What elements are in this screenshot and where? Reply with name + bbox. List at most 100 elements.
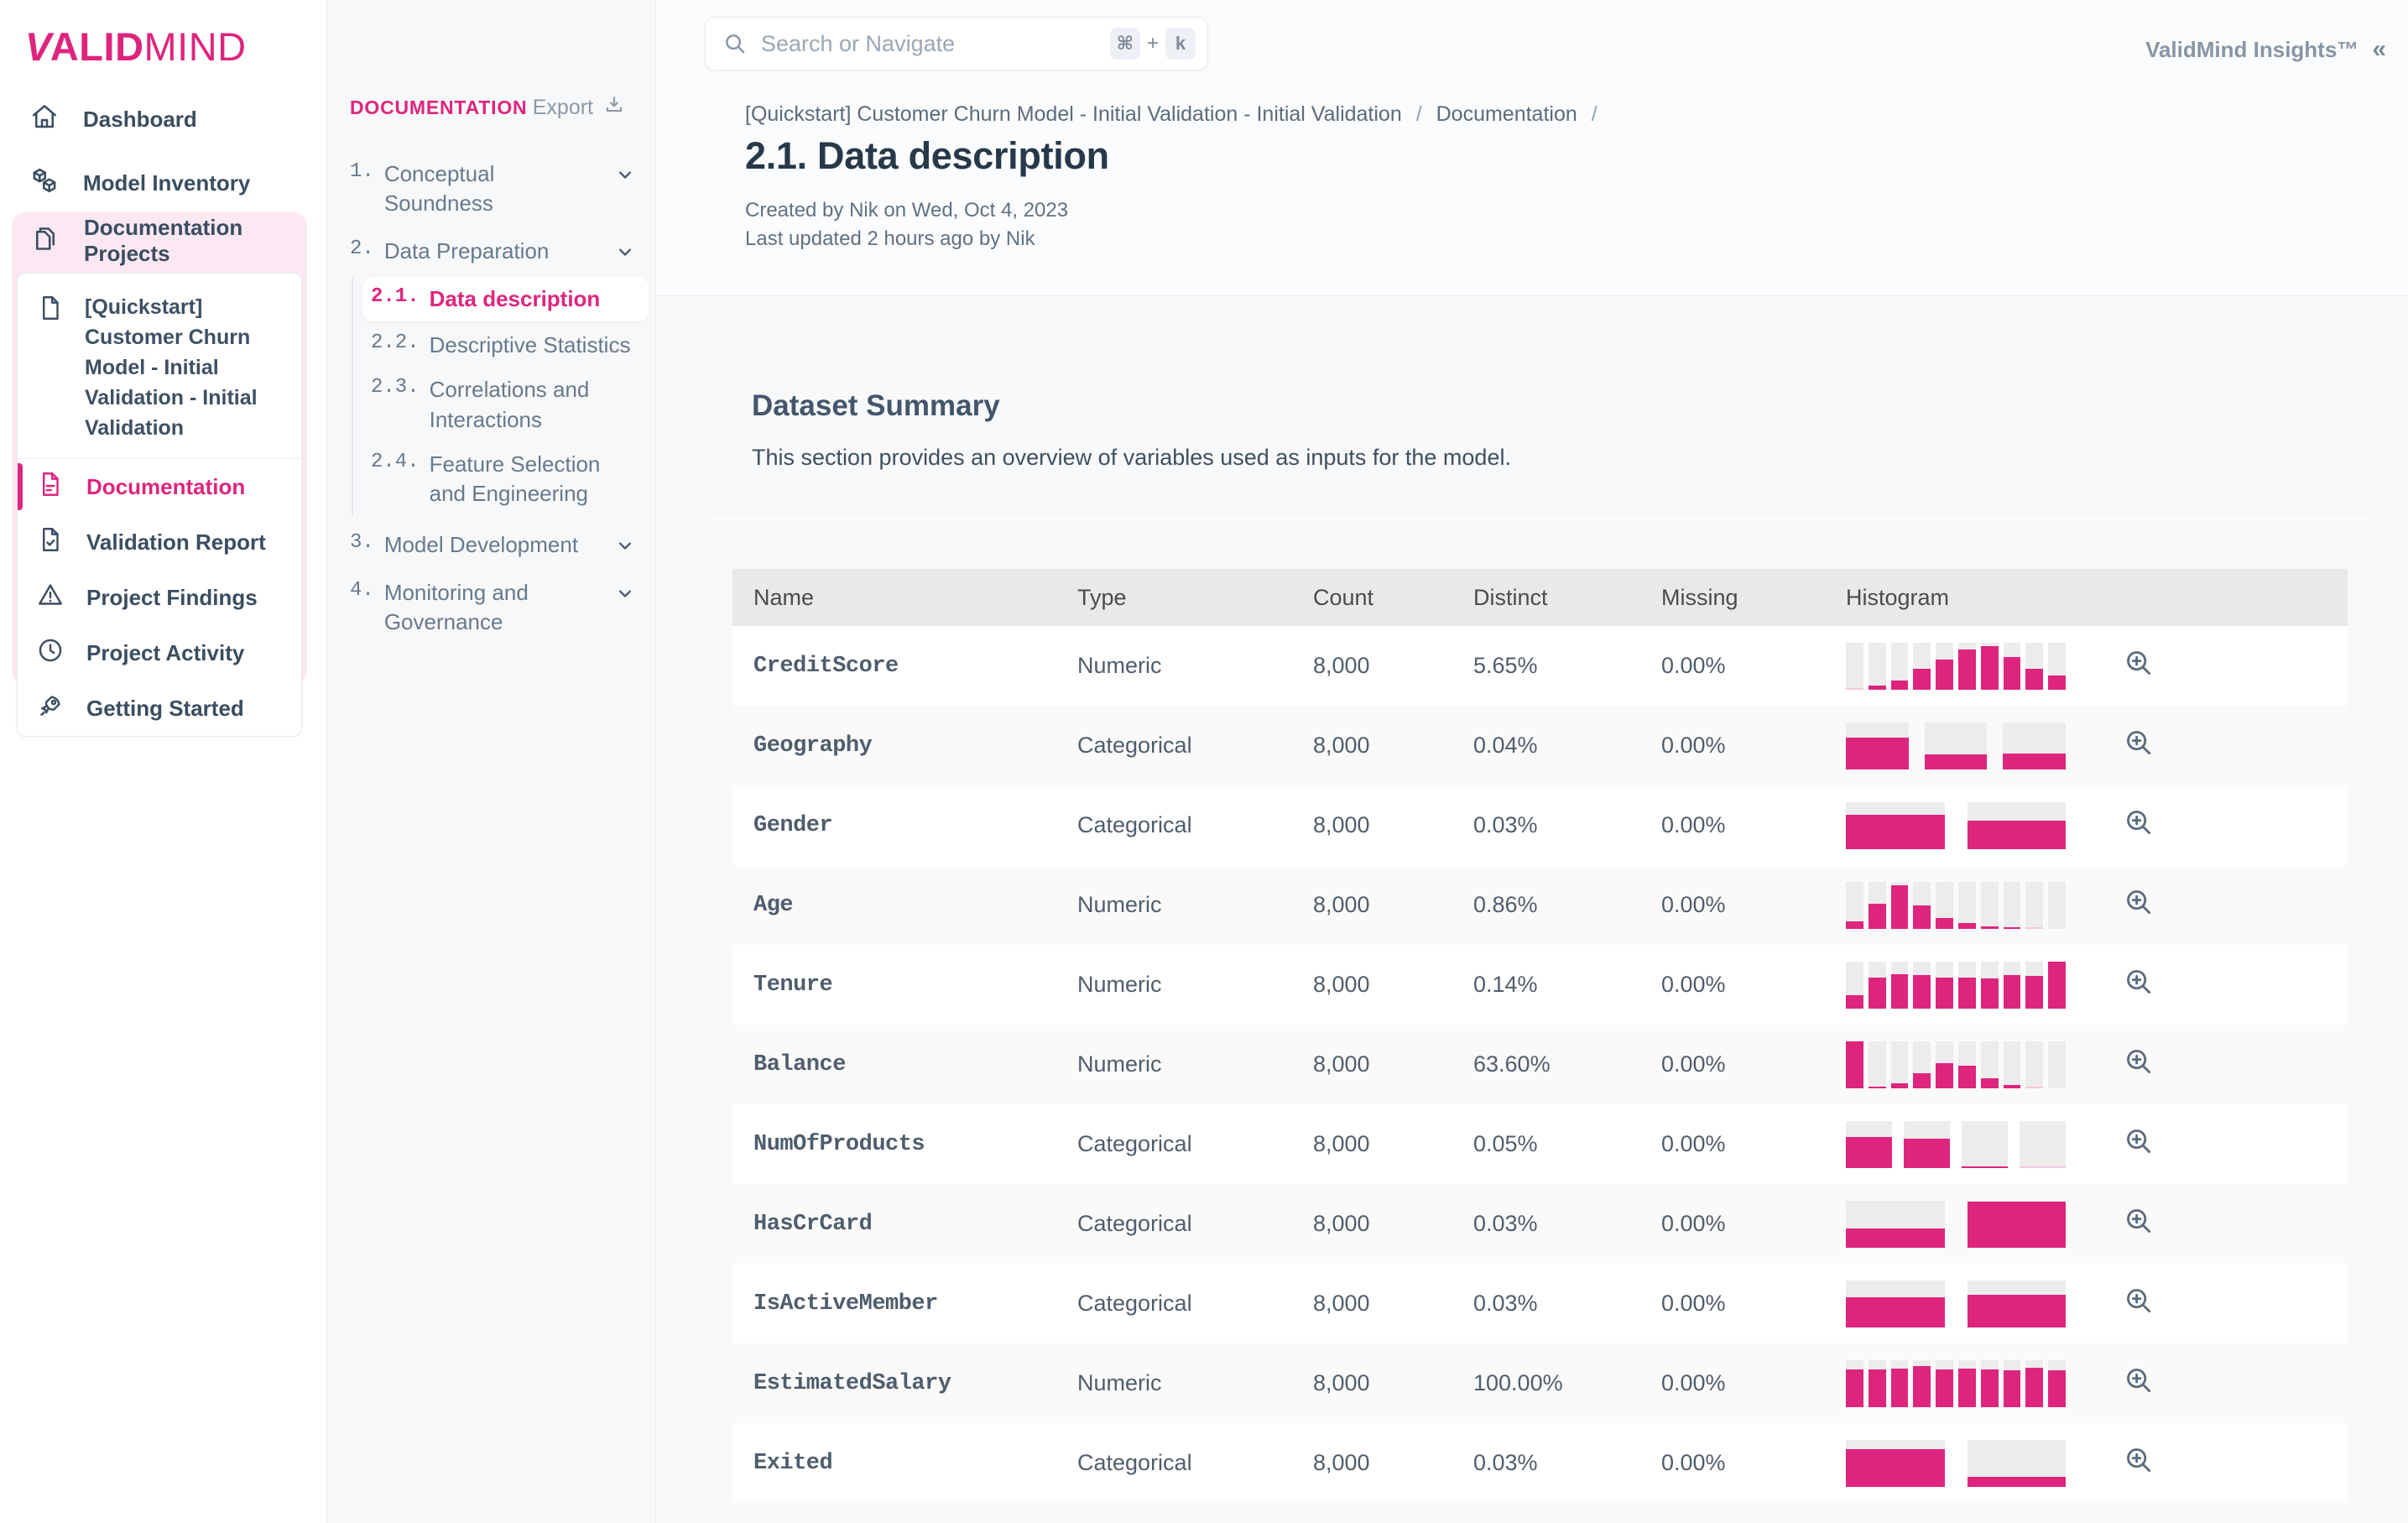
zoom-in-icon[interactable] <box>2123 659 2155 684</box>
project-nav-project-findings[interactable]: Project Findings <box>18 570 301 625</box>
section-description: This section provides an overview of var… <box>752 445 1511 471</box>
column-header-type: Type <box>1056 585 1292 611</box>
search-box[interactable]: ⌘ + k <box>705 17 1208 70</box>
tree-item-descriptive-statistics[interactable]: 2.2. Descriptive Statistics <box>353 323 655 368</box>
histogram <box>1846 722 2066 769</box>
page-title: 2.1. Data description <box>745 134 1109 178</box>
file-lines-icon <box>36 470 65 504</box>
table-row-geography: Geography Categorical 8,000 0.04% 0.00% <box>732 706 2348 785</box>
logo-valid: ALID <box>50 24 144 69</box>
tree-item-model-development[interactable]: 3. Model Development <box>327 521 655 569</box>
cell-name: Tenure <box>732 973 1056 998</box>
cell-count: 8,000 <box>1292 972 1452 998</box>
cell-missing: 0.00% <box>1640 812 1825 838</box>
zoom-in-icon[interactable] <box>2123 898 2155 923</box>
cell-distinct: 0.03% <box>1452 1450 1640 1476</box>
chevron-down-icon[interactable] <box>613 534 637 557</box>
cell-distinct: 0.04% <box>1452 733 1640 759</box>
export-button[interactable]: Export <box>533 94 625 122</box>
histogram <box>1846 1280 2066 1327</box>
collapse-panel-icon[interactable]: « <box>2372 35 2386 64</box>
logo-v: V <box>25 24 52 69</box>
shortcut-k-key: k <box>1165 28 1196 60</box>
histogram <box>1846 1121 2066 1168</box>
project-nav-project-activity[interactable]: Project Activity <box>18 625 301 681</box>
tree-item-correlations-and-interactions[interactable]: 2.3. Correlations and Interactions <box>353 368 655 441</box>
histogram <box>1846 1041 2066 1088</box>
chevron-down-icon[interactable] <box>613 240 637 263</box>
search-input[interactable] <box>761 31 1110 57</box>
cell-type: Numeric <box>1056 653 1292 679</box>
cell-name: NumOfProducts <box>732 1132 1056 1157</box>
zoom-in-icon[interactable] <box>2123 1376 2155 1401</box>
table-row-age: Age Numeric 8,000 0.86% 0.00% <box>732 865 2348 945</box>
documentation-panel-label: DOCUMENTATION <box>350 96 527 119</box>
sidebar-item-documentation-projects[interactable]: Documentation Projects <box>12 212 307 269</box>
documentation-projects-group: Documentation Projects [Quickstart] Cust… <box>12 212 307 684</box>
cell-type: Categorical <box>1056 812 1292 838</box>
zoom-in-icon[interactable] <box>2123 1137 2155 1162</box>
table-row-exited: Exited Categorical 8,000 0.03% 0.00% <box>732 1423 2348 1503</box>
cell-count: 8,000 <box>1292 892 1452 918</box>
insights-toggle: ValidMind Insights™ « <box>2145 35 2386 64</box>
tree-item-feature-selection-and-engineering[interactable]: 2.4. Feature Selection and Engineering <box>353 442 655 516</box>
breadcrumb-documentation-link[interactable]: Documentation <box>1436 102 1577 126</box>
zoom-in-icon[interactable] <box>2123 818 2155 843</box>
cell-type: Numeric <box>1056 972 1292 998</box>
cell-distinct: 5.65% <box>1452 653 1640 679</box>
chevron-down-icon[interactable] <box>613 163 637 186</box>
tree-item-data-preparation[interactable]: 2. Data Preparation <box>327 227 655 275</box>
table-header-row: NameTypeCountDistinctMissingHistogram <box>732 569 2348 626</box>
cell-name: Exited <box>732 1451 1056 1476</box>
search-icon <box>722 31 748 56</box>
content-area: Dataset Summary This section provides an… <box>656 297 2408 1523</box>
column-header-count: Count <box>1292 585 1452 611</box>
column-header-missing: Missing <box>1640 585 1825 611</box>
cell-distinct: 100.00% <box>1452 1370 1640 1396</box>
pages-icon <box>30 222 60 258</box>
zoom-in-icon[interactable] <box>2123 1217 2155 1242</box>
cell-type: Numeric <box>1056 1051 1292 1077</box>
project-nav-documentation[interactable]: Documentation <box>18 459 301 514</box>
section-heading: Dataset Summary <box>752 389 1000 423</box>
sidebar-item-model-inventory[interactable]: Model Inventory <box>13 159 306 206</box>
project-nav-getting-started[interactable]: Getting Started <box>18 681 301 736</box>
cell-missing: 0.00% <box>1640 1051 1825 1077</box>
cell-name: Balance <box>732 1052 1056 1077</box>
documentation-tree: 1. Conceptual Soundness2. Data Preparati… <box>327 150 655 646</box>
project-nav-validation-report[interactable]: Validation Report <box>18 514 301 570</box>
table-row-tenure: Tenure Numeric 8,000 0.14% 0.00% <box>732 945 2348 1025</box>
zoom-in-icon[interactable] <box>2123 1057 2155 1082</box>
cell-distinct: 0.03% <box>1452 1291 1640 1317</box>
cell-distinct: 0.03% <box>1452 1211 1640 1237</box>
cell-missing: 0.00% <box>1640 653 1825 679</box>
tree-item-conceptual-soundness[interactable]: 1. Conceptual Soundness <box>327 150 655 227</box>
column-header-name: Name <box>732 585 1056 611</box>
project-card-title-row[interactable]: [Quickstart] Customer Churn Model - Init… <box>18 274 301 459</box>
cell-count: 8,000 <box>1292 1211 1452 1237</box>
rocket-icon <box>36 691 65 726</box>
breadcrumb-project-link[interactable]: [Quickstart] Customer Churn Model - Init… <box>745 102 1402 126</box>
cell-distinct: 0.05% <box>1452 1131 1640 1157</box>
shortcut-cmd-key: ⌘ <box>1110 28 1140 60</box>
zoom-in-icon[interactable] <box>2123 738 2155 764</box>
main-area: ⌘ + k ValidMind Insights™ « [Quickstart]… <box>656 0 2408 1523</box>
cell-missing: 0.00% <box>1640 1450 1825 1476</box>
histogram <box>1846 962 2066 1009</box>
zoom-in-icon[interactable] <box>2123 1456 2155 1481</box>
tree-item-data-description[interactable]: 2.1. Data description <box>362 277 649 321</box>
cell-type: Categorical <box>1056 1131 1292 1157</box>
cell-count: 8,000 <box>1292 1131 1452 1157</box>
histogram <box>1846 802 2066 849</box>
cell-count: 8,000 <box>1292 1291 1452 1317</box>
cell-type: Categorical <box>1056 1211 1292 1237</box>
insights-label: ValidMind Insights™ <box>2145 37 2358 63</box>
tree-item-monitoring-and-governance[interactable]: 4. Monitoring and Governance <box>327 569 655 646</box>
cell-count: 8,000 <box>1292 1051 1452 1077</box>
chevron-down-icon[interactable] <box>613 582 637 605</box>
home-icon <box>29 102 60 138</box>
zoom-in-icon[interactable] <box>2123 978 2155 1003</box>
cell-missing: 0.00% <box>1640 1370 1825 1396</box>
zoom-in-icon[interactable] <box>2123 1296 2155 1322</box>
sidebar-item-dashboard[interactable]: Dashboard <box>13 96 306 143</box>
